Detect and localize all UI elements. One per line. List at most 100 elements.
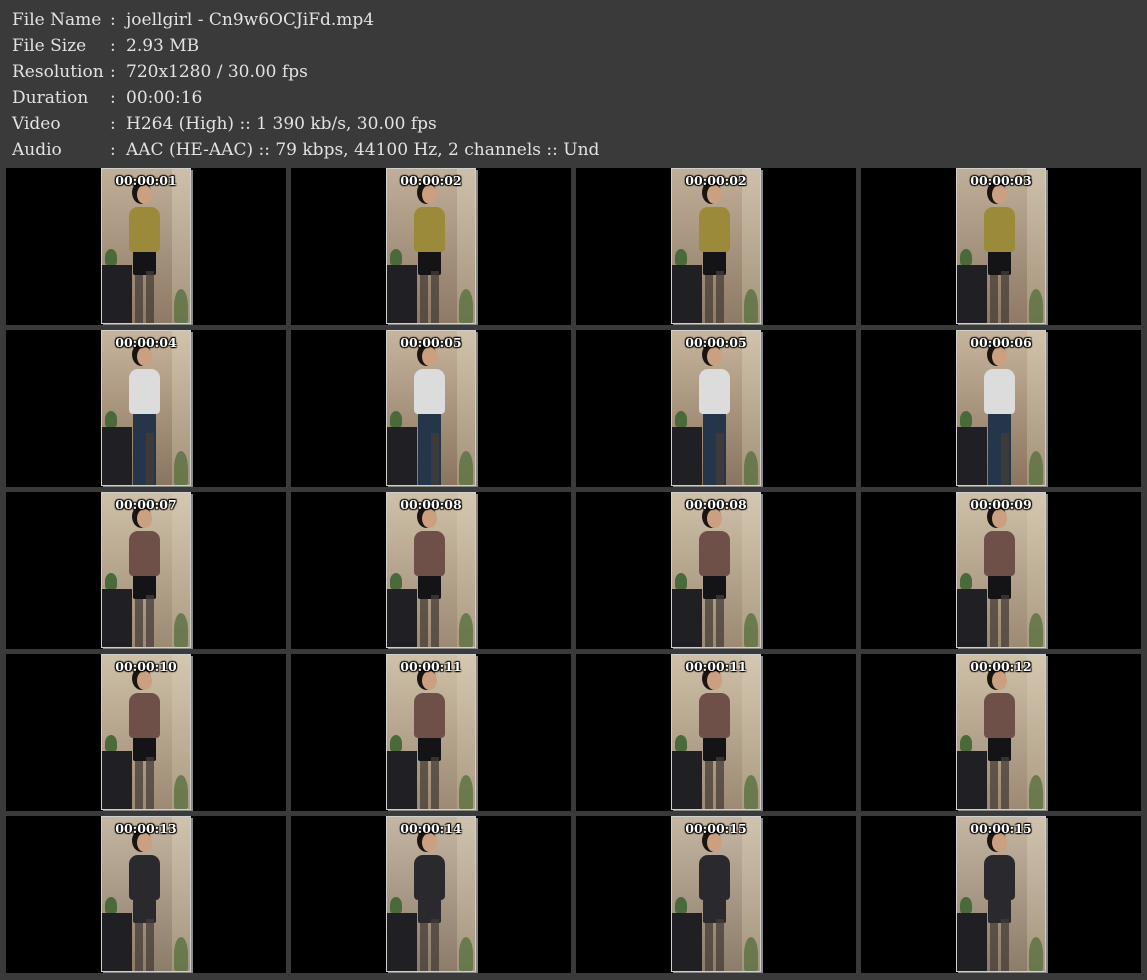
info-row-audio: Audio : AAC (HE-AAC) :: 79 kbps, 44100 H…	[12, 137, 599, 163]
video-frame-thumbnail: 00:00:15	[671, 816, 761, 972]
thumbnail-cell: 00:00:08	[291, 492, 571, 649]
frame-plant	[1029, 289, 1043, 323]
person-lower-garment	[703, 899, 726, 923]
frame-plant	[174, 289, 188, 323]
video-frame-thumbnail: 00:00:12	[956, 654, 1046, 810]
person-torso	[699, 369, 730, 414]
frame-plant	[744, 451, 758, 485]
timestamp-label: 00:00:14	[400, 821, 462, 836]
person-lower-garment	[418, 413, 441, 485]
person-torso	[984, 369, 1015, 414]
timestamp-label: 00:00:05	[685, 335, 747, 350]
person-torso	[699, 855, 730, 900]
person-legs	[988, 413, 1011, 485]
person-legs	[988, 575, 1011, 647]
timestamp-label: 00:00:09	[970, 497, 1032, 512]
frame-shelf	[387, 573, 417, 647]
person-torso	[414, 693, 445, 738]
person-legs	[703, 575, 726, 647]
info-row-file-name: File Name : joellgirl - Cn9w6OCJiFd.mp4	[12, 7, 599, 33]
frame-plant	[174, 451, 188, 485]
thumbnail-cell: 00:00:08	[576, 492, 856, 649]
person-lower-garment	[418, 575, 441, 599]
person-legs	[703, 413, 726, 485]
thumbnail-cell: 00:00:14	[291, 816, 571, 973]
frame-shelf	[102, 735, 132, 809]
person-lower-garment	[988, 251, 1011, 275]
frame-shelf	[672, 735, 702, 809]
person-lower-garment	[133, 899, 156, 923]
info-colon: :	[110, 88, 116, 108]
info-row-duration: Duration : 00:00:16	[12, 85, 599, 111]
info-colon: :	[110, 140, 116, 160]
frame-shelf	[102, 573, 132, 647]
thumbnail-cell: 00:00:02	[576, 168, 856, 325]
frame-shelf	[387, 249, 417, 323]
thumbnail-cell: 00:00:15	[861, 816, 1141, 973]
person-torso	[414, 531, 445, 576]
person-legs	[418, 737, 441, 809]
frame-shelf	[957, 735, 987, 809]
frame-plant	[459, 451, 473, 485]
frame-plant	[174, 613, 188, 647]
info-label: File Size	[12, 36, 87, 56]
video-frame-thumbnail: 00:00:01	[101, 168, 191, 324]
info-value: 2.93 MB	[126, 36, 200, 56]
frame-plant	[1029, 937, 1043, 971]
video-frame-thumbnail: 00:00:05	[671, 330, 761, 486]
person-legs	[418, 413, 441, 485]
person-torso	[984, 693, 1015, 738]
person-legs	[988, 899, 1011, 971]
thumbnail-cell: 00:00:05	[576, 330, 856, 487]
person-lower-garment	[703, 413, 726, 485]
timestamp-label: 00:00:02	[685, 173, 747, 188]
timestamp-label: 00:00:07	[115, 497, 177, 512]
video-frame-thumbnail: 00:00:08	[671, 492, 761, 648]
person-legs	[418, 575, 441, 647]
person-legs	[988, 251, 1011, 323]
video-frame-thumbnail: 00:00:07	[101, 492, 191, 648]
frame-shelf	[387, 411, 417, 485]
thumbnail-cell: 00:00:02	[291, 168, 571, 325]
thumbnail-cell: 00:00:15	[576, 816, 856, 973]
video-frame-thumbnail: 00:00:02	[386, 168, 476, 324]
frame-shelf	[102, 411, 132, 485]
person-legs	[133, 251, 156, 323]
timestamp-label: 00:00:03	[970, 173, 1032, 188]
timestamp-label: 00:00:12	[970, 659, 1032, 674]
info-value: 00:00:16	[126, 88, 203, 108]
frame-plant	[174, 775, 188, 809]
info-colon: :	[110, 36, 116, 56]
timestamp-label: 00:00:10	[115, 659, 177, 674]
person-lower-garment	[703, 251, 726, 275]
frame-plant	[459, 613, 473, 647]
timestamp-label: 00:00:08	[685, 497, 747, 512]
video-frame-thumbnail: 00:00:05	[386, 330, 476, 486]
thumbnail-grid: 00:00:01 00:00:02 00:00:02 00:00:03 00:00:04…	[6, 168, 1145, 973]
thumbnail-cell: 00:00:03	[861, 168, 1141, 325]
frame-shelf	[672, 249, 702, 323]
frame-plant	[459, 775, 473, 809]
timestamp-label: 00:00:11	[685, 659, 747, 674]
frame-plant	[1029, 775, 1043, 809]
person-lower-garment	[133, 575, 156, 599]
thumbnail-cell: 00:00:10	[6, 654, 286, 811]
info-colon: :	[110, 62, 116, 82]
timestamp-label: 00:00:04	[115, 335, 177, 350]
info-row-video: Video : H264 (High) :: 1 390 kb/s, 30.00…	[12, 111, 599, 137]
person-torso	[984, 855, 1015, 900]
info-label: Duration	[12, 88, 89, 108]
person-legs	[988, 737, 1011, 809]
person-legs	[703, 251, 726, 323]
info-value: joellgirl - Cn9w6OCJiFd.mp4	[126, 10, 375, 30]
timestamp-label: 00:00:06	[970, 335, 1032, 350]
video-frame-thumbnail: 00:00:13	[101, 816, 191, 972]
frame-shelf	[957, 897, 987, 971]
video-frame-thumbnail: 00:00:15	[956, 816, 1046, 972]
frame-plant	[459, 289, 473, 323]
person-torso	[414, 207, 445, 252]
thumbnail-cell: 00:00:04	[6, 330, 286, 487]
frame-shelf	[102, 897, 132, 971]
timestamp-label: 00:00:01	[115, 173, 177, 188]
person-lower-garment	[133, 737, 156, 761]
